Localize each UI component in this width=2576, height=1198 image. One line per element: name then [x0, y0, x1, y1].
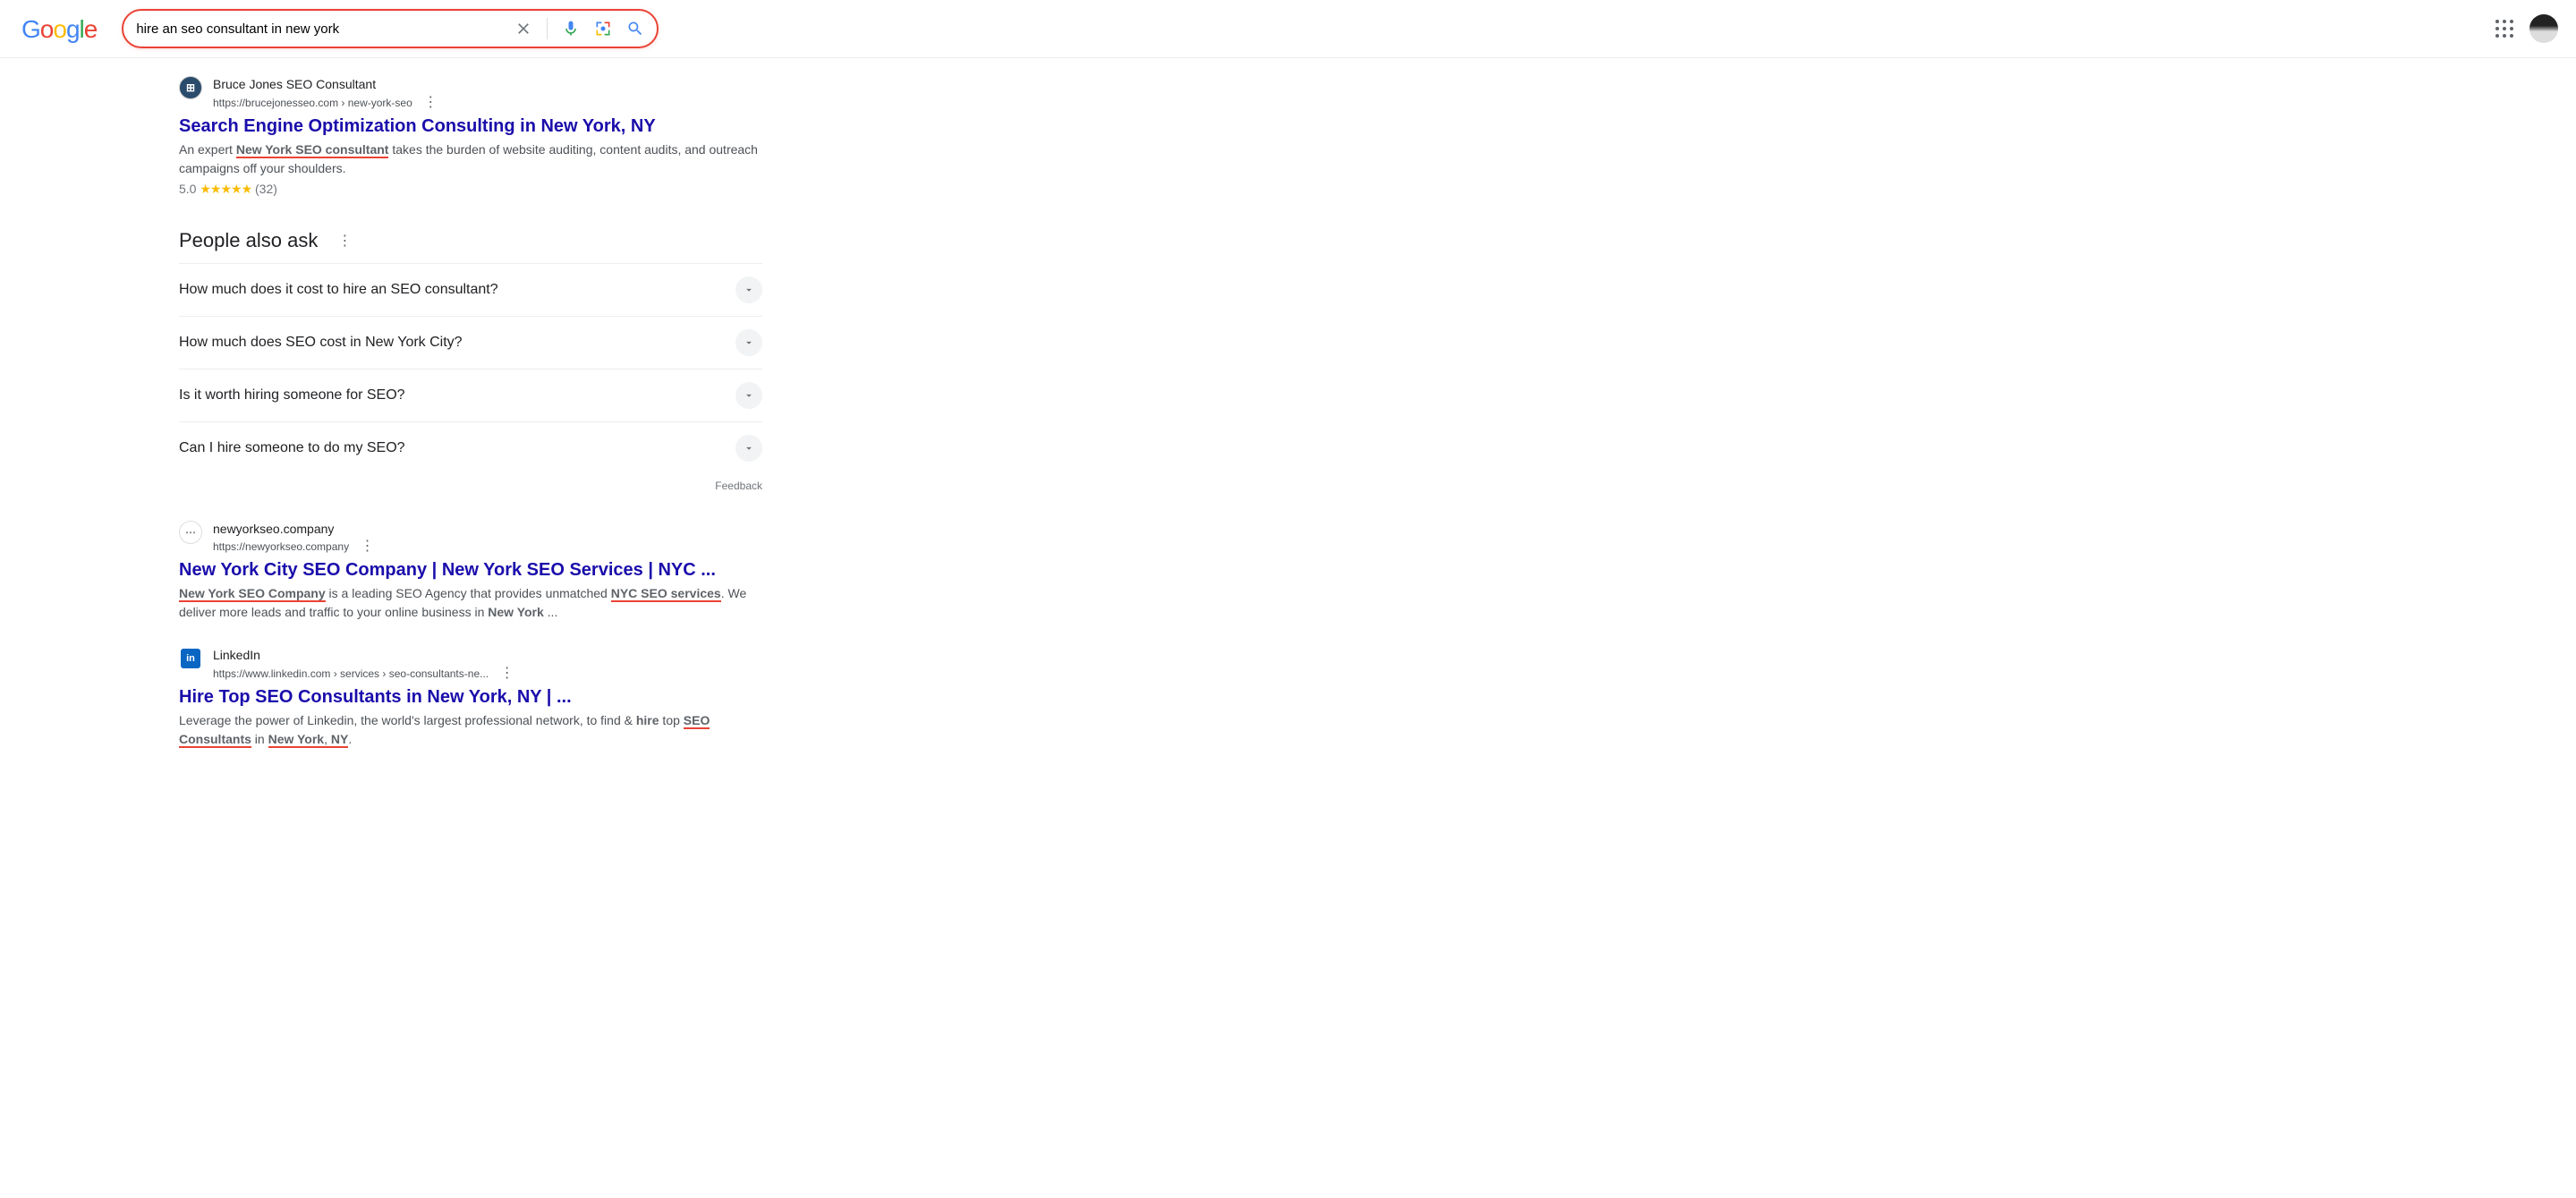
mic-icon[interactable]	[562, 20, 580, 38]
more-icon[interactable]: ⋮	[423, 93, 438, 113]
site-name: newyorkseo.company	[213, 521, 375, 538]
google-logo[interactable]: Google	[21, 13, 97, 44]
chevron-down-icon[interactable]	[735, 435, 762, 462]
chevron-down-icon[interactable]	[735, 329, 762, 356]
people-also-ask: People also ask ⋮ How much does it cost …	[179, 229, 762, 492]
result-snippet: An expert New York SEO consultant takes …	[179, 140, 762, 178]
site-name: LinkedIn	[213, 647, 514, 664]
more-icon[interactable]: ⋮	[337, 232, 352, 250]
site-url: https://newyorkseo.company	[213, 540, 349, 553]
site-url: https://brucejonesseo.com › new-york-seo	[213, 97, 412, 109]
paa-question[interactable]: Can I hire someone to do my SEO?	[179, 421, 762, 474]
search-result: ⋯ newyorkseo.company https://newyorkseo.…	[179, 521, 762, 623]
search-input[interactable]	[136, 21, 514, 37]
site-name: Bruce Jones SEO Consultant	[213, 76, 438, 93]
rating: 5.0 ★★★★★ (32)	[179, 182, 762, 197]
header-bar: Google	[0, 0, 2576, 58]
feedback-link[interactable]: Feedback	[179, 480, 762, 492]
more-icon[interactable]: ⋮	[500, 664, 514, 684]
search-result: ⊞ Bruce Jones SEO Consultant https://bru…	[179, 76, 762, 197]
paa-heading: People also ask	[179, 229, 318, 252]
paa-question[interactable]: How much does it cost to hire an SEO con…	[179, 263, 762, 316]
chevron-down-icon[interactable]	[735, 382, 762, 409]
site-favicon: ⋯	[179, 521, 202, 544]
more-icon[interactable]: ⋮	[361, 537, 375, 557]
result-snippet: Leverage the power of Linkedin, the worl…	[179, 711, 762, 749]
chevron-down-icon[interactable]	[735, 276, 762, 303]
result-snippet: New York SEO Company is a leading SEO Ag…	[179, 584, 762, 622]
separator	[547, 18, 548, 39]
result-title[interactable]: New York City SEO Company | New York SEO…	[179, 560, 762, 581]
search-result: in LinkedIn https://www.linkedin.com › s…	[179, 647, 762, 749]
site-favicon: in	[181, 649, 200, 668]
search-box[interactable]	[122, 9, 659, 48]
clear-icon[interactable]	[514, 20, 532, 38]
stars-icon: ★★★★★	[200, 182, 251, 196]
results-area: ⊞ Bruce Jones SEO Consultant https://bru…	[179, 76, 762, 749]
lens-icon[interactable]	[594, 20, 612, 38]
search-icon[interactable]	[626, 20, 644, 38]
result-title[interactable]: Search Engine Optimization Consulting in…	[179, 116, 762, 137]
site-favicon: ⊞	[179, 76, 202, 99]
paa-question[interactable]: How much does SEO cost in New York City?	[179, 316, 762, 369]
paa-question[interactable]: Is it worth hiring someone for SEO?	[179, 369, 762, 421]
account-avatar[interactable]	[2529, 14, 2558, 43]
apps-icon[interactable]	[2495, 20, 2513, 38]
result-title[interactable]: Hire Top SEO Consultants in New York, NY…	[179, 687, 762, 708]
site-url: https://www.linkedin.com › services › se…	[213, 667, 489, 680]
